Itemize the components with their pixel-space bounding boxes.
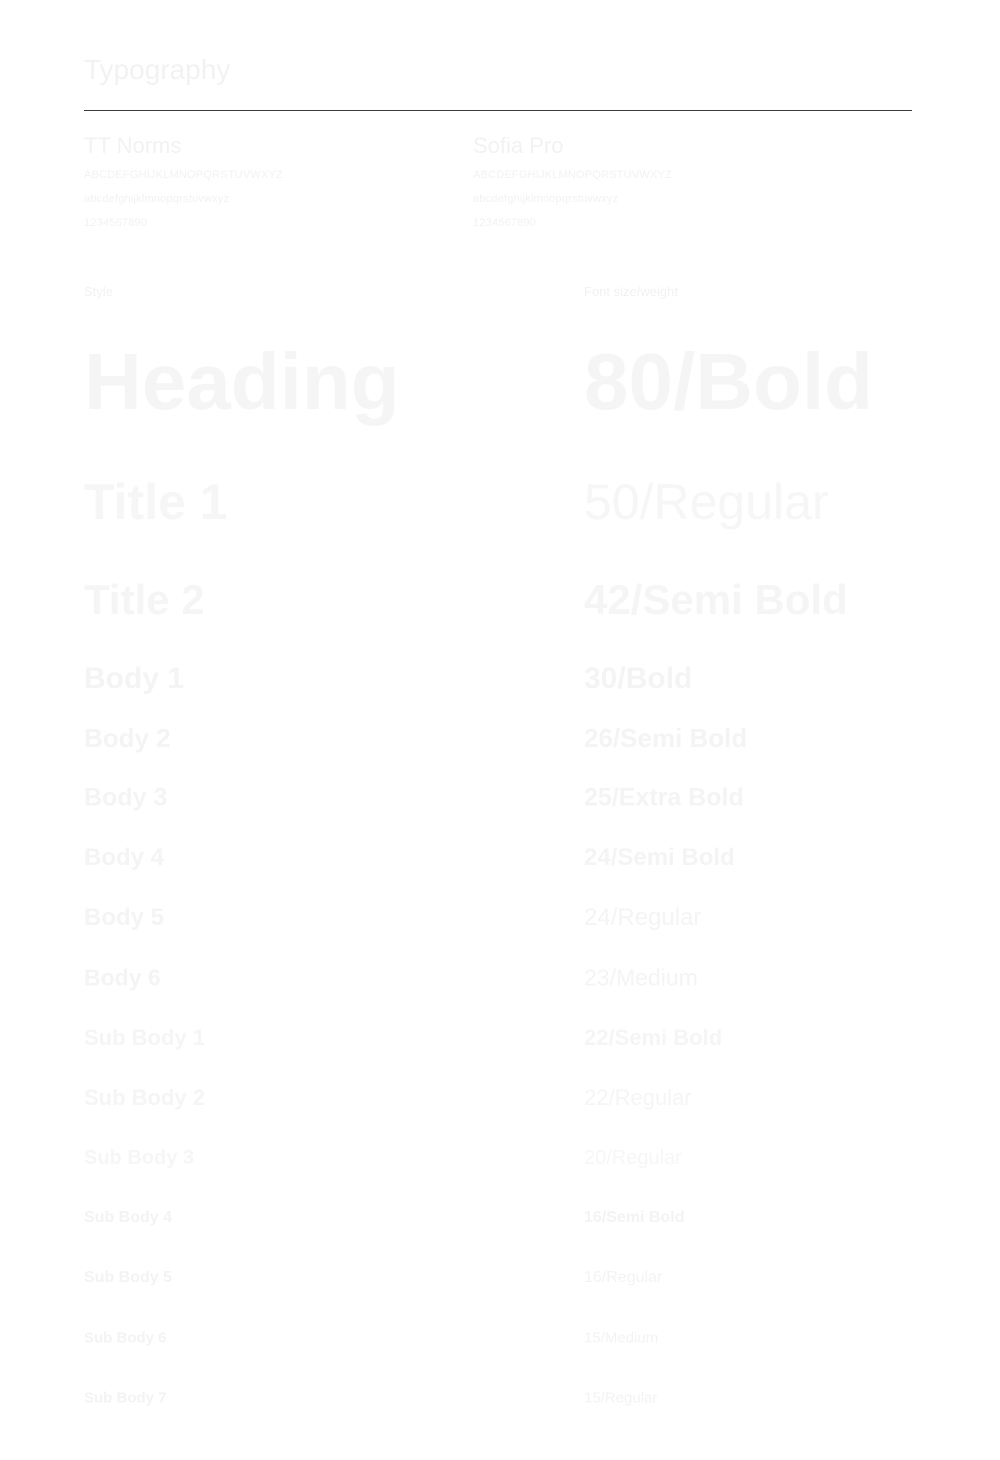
style-name: Body 2 (84, 723, 171, 753)
font-spec: 50/Regular (584, 474, 829, 530)
font-lowercase-sample: abcdefghijklmnopqrstuvwxyz (84, 193, 230, 205)
type-row-sub-body-4: Sub Body 4 16/Semi Bold (84, 1210, 912, 1226)
type-row-sub-body-2: Sub Body 2 22/Regular (84, 1087, 912, 1109)
type-row-sub-body-1: Sub Body 1 22/Semi Bold (84, 1027, 912, 1049)
type-row-body-4: Body 4 24/Semi Bold (84, 846, 912, 870)
style-name: Body 6 (84, 964, 161, 991)
style-name: Sub Body 7 (84, 1389, 167, 1407)
type-row-body-6: Body 6 23/Medium (84, 966, 912, 989)
font-spec: 15/Medium (584, 1329, 659, 1347)
font-lowercase-sample: abcdefghijklmnopqrstuvwxyz (473, 193, 619, 205)
font-spec: 42/Semi Bold (584, 576, 848, 623)
type-row-sub-body-6: Sub Body 6 15/Medium (84, 1331, 912, 1346)
type-row-body-2: Body 2 26/Semi Bold (84, 725, 912, 751)
font-spec: 16/Regular (584, 1269, 663, 1286)
style-column-header: Style (84, 284, 113, 299)
style-name: Sub Body 2 (84, 1085, 206, 1110)
style-name: Title 2 (84, 576, 205, 623)
font-name: TT Norms (84, 133, 182, 158)
font-spec: 24/Semi Bold (584, 844, 735, 871)
font-spec: 26/Semi Bold (584, 723, 748, 753)
type-row-body-3: Body 3 25/Extra Bold (84, 785, 912, 810)
style-name: Body 4 (84, 844, 165, 871)
style-name: Body 3 (84, 783, 168, 812)
type-row-sub-body-5: Sub Body 5 16/Regular (84, 1270, 912, 1286)
font-uppercase-sample: ABCDEFGHIJKLMNOPQRSTUVWXYZ (473, 169, 672, 181)
style-name: Heading (84, 337, 400, 426)
title-divider (84, 110, 912, 111)
type-row-title-1: Title 1 50/Regular (84, 477, 912, 527)
type-row-body-1: Body 1 30/Bold (84, 664, 912, 694)
font-spec: 16/Semi Bold (584, 1209, 685, 1226)
font-digits-sample: 1234567890 (84, 217, 148, 229)
font-spec: 20/Regular (584, 1147, 682, 1169)
type-row-title-2: Title 2 42/Semi Bold (84, 579, 912, 621)
font-specimen-tt-norms: TT Norms ABCDEFGHIJKLMNOPQRSTUVWXYZ abcd… (84, 133, 424, 241)
font-specimen-sofia-pro: Sofia Pro ABCDEFGHIJKLMNOPQRSTUVWXYZ abc… (473, 133, 813, 241)
style-name: Sub Body 6 (84, 1329, 167, 1347)
font-spec: 80/Bold (584, 337, 873, 426)
style-name: Sub Body 5 (84, 1269, 173, 1286)
style-name: Body 1 (84, 662, 185, 695)
type-row-sub-body-3: Sub Body 3 20/Regular (84, 1148, 912, 1168)
font-spec: 25/Extra Bold (584, 783, 744, 812)
font-spec: 30/Bold (584, 662, 693, 695)
font-spec: 23/Medium (584, 964, 698, 991)
page-title: Typography (84, 54, 231, 85)
style-name: Sub Body 3 (84, 1147, 195, 1169)
font-name: Sofia Pro (473, 133, 564, 158)
font-uppercase-sample: ABCDEFGHIJKLMNOPQRSTUVWXYZ (84, 169, 283, 181)
font-spec: 15/Regular (584, 1389, 658, 1407)
font-spec: 22/Regular (584, 1085, 692, 1110)
style-name: Sub Body 1 (84, 1025, 206, 1050)
style-name: Title 1 (84, 474, 228, 530)
type-row-sub-body-7: Sub Body 7 15/Regular (84, 1391, 912, 1406)
font-digits-sample: 1234567890 (473, 217, 537, 229)
style-name: Sub Body 4 (84, 1209, 173, 1226)
type-row-heading: Heading 80/Bold (84, 342, 912, 422)
font-spec: 24/Regular (584, 904, 702, 931)
style-name: Body 5 (84, 904, 165, 931)
font-size-weight-column-header: Font size/weight (584, 284, 678, 299)
type-row-body-5: Body 5 24/Regular (84, 906, 912, 930)
font-spec: 22/Semi Bold (584, 1025, 723, 1050)
